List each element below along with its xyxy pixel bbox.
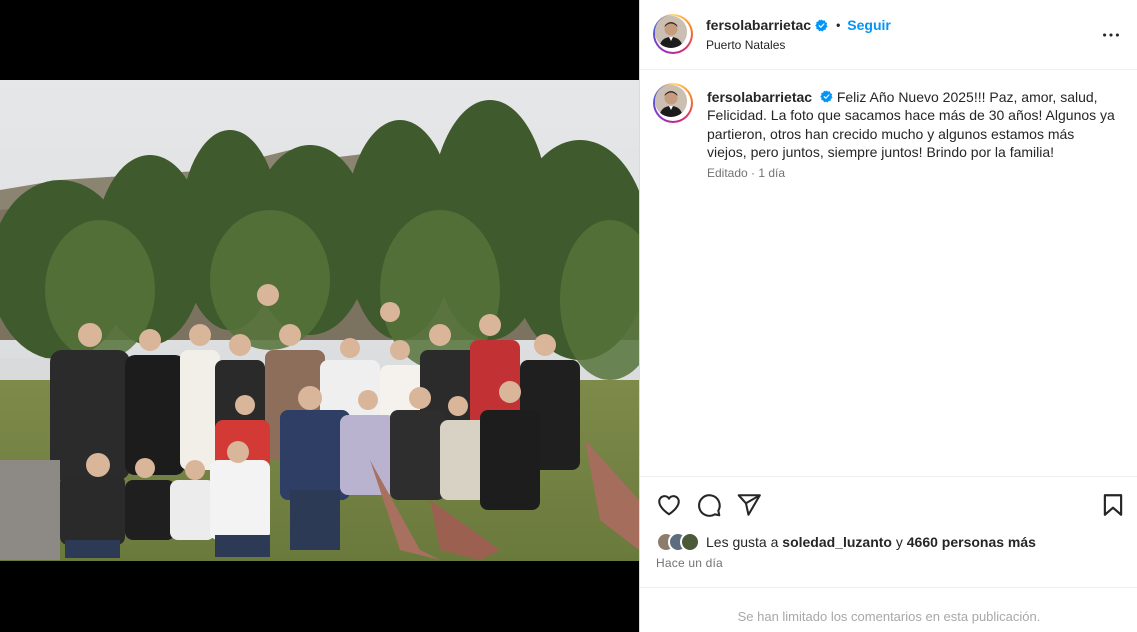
caption-meta: Editado · 1 día: [707, 166, 785, 180]
bookmark-icon[interactable]: [1100, 492, 1126, 518]
more-options-icon[interactable]: [1100, 24, 1122, 46]
verified-badge-icon: [820, 90, 833, 103]
likes-text: Les gusta a soledad_luzanto y 4660 perso…: [706, 534, 1036, 550]
username-link[interactable]: fersolabarrietac: [706, 17, 811, 33]
separator-dot: •: [836, 18, 841, 32]
post-media-panel: [0, 0, 639, 632]
likes-summary[interactable]: Les gusta a soledad_luzanto y 4660 perso…: [656, 532, 1036, 552]
avatar-photo: [655, 16, 687, 48]
avatar[interactable]: [653, 14, 693, 54]
follow-button[interactable]: Seguir: [847, 17, 891, 33]
liked-by-user[interactable]: soledad_luzanto: [782, 534, 892, 550]
verified-badge-icon: [815, 18, 828, 32]
post-side-panel: fersolabarrietac • Seguir Puerto Natales: [639, 0, 1137, 632]
post-header: fersolabarrietac • Seguir Puerto Natales: [640, 0, 1137, 70]
edited-separator: ·: [747, 166, 759, 180]
paper-plane-icon[interactable]: [736, 492, 762, 518]
likes-prefix: Les gusta a: [706, 534, 779, 550]
family-group-photo: [0, 80, 639, 561]
heart-icon[interactable]: [656, 492, 682, 518]
comment-icon[interactable]: [696, 492, 722, 518]
post-timestamp[interactable]: Hace un día: [656, 556, 723, 570]
caption-avatar[interactable]: [653, 83, 693, 123]
caption-username[interactable]: fersolabarrietac: [707, 89, 812, 105]
caption-text: fersolabarrietac Feliz Año Nuevo 2025!!!…: [707, 88, 1117, 161]
post-photo[interactable]: [0, 80, 639, 561]
post-actions: Les gusta a soledad_luzanto y 4660 perso…: [640, 476, 1137, 586]
edited-time[interactable]: 1 día: [758, 166, 785, 180]
likes-connector: y: [895, 534, 903, 550]
avatar-photo: [655, 85, 687, 117]
likes-others[interactable]: 4660 personas más: [907, 534, 1036, 550]
post-author: fersolabarrietac • Seguir: [706, 17, 891, 33]
edited-label: Editado: [707, 166, 748, 180]
liker-avatar: [680, 532, 700, 552]
comments-limited-notice: Se han limitado los comentarios en esta …: [640, 587, 1137, 632]
location-link[interactable]: Puerto Natales: [706, 38, 785, 52]
